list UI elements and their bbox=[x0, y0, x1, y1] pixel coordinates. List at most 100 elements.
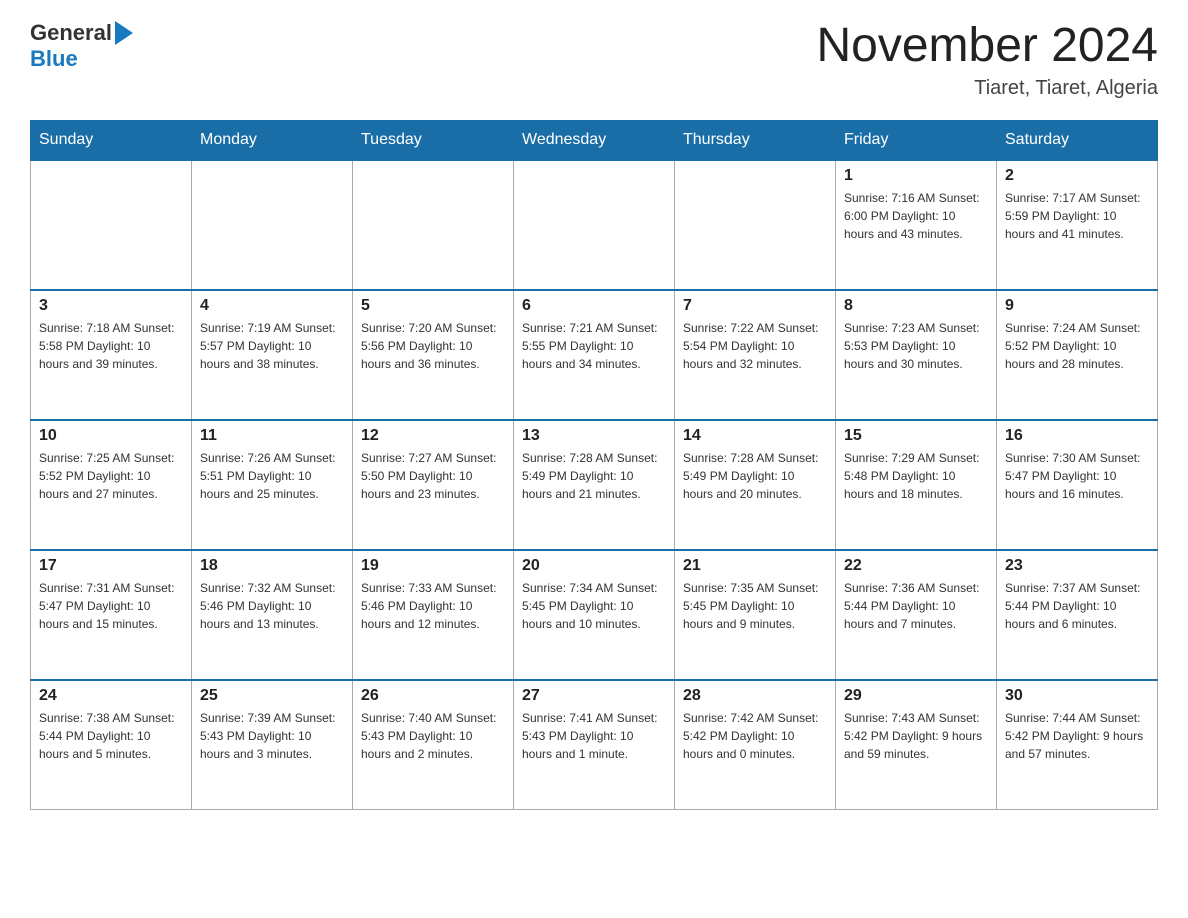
calendar-cell: 21Sunrise: 7:35 AM Sunset: 5:45 PM Dayli… bbox=[675, 550, 836, 680]
day-number: 30 bbox=[1005, 687, 1149, 705]
calendar-cell: 11 Sunrise: 7:26 AM Sunset: 5:51 PM Dayli… bbox=[192, 420, 353, 550]
calendar-cell bbox=[514, 160, 675, 290]
day-number: 4 bbox=[200, 297, 344, 315]
day-info: Sunrise: 7:21 AM Sunset: 5:55 PM Dayligh… bbox=[522, 319, 666, 373]
day-number: 7 bbox=[683, 297, 827, 315]
day-number: 1 bbox=[844, 167, 988, 185]
day-info: Sunrise: 7:36 AM Sunset: 5:44 PM Dayligh… bbox=[844, 579, 988, 633]
calendar-cell: 3 Sunrise: 7:18 AM Sunset: 5:58 PM Daylig… bbox=[31, 290, 192, 420]
calendar-cell: 22 Sunrise: 7:36 AM Sunset: 5:44 PM Dayli… bbox=[836, 550, 997, 680]
day-info: Sunrise: 7:39 AM Sunset: 5:43 PM Dayligh… bbox=[200, 709, 344, 763]
calendar-cell: 12 Sunrise: 7:27 AM Sunset: 5:50 PM Dayli… bbox=[353, 420, 514, 550]
calendar-cell: 26Sunrise: 7:40 AM Sunset: 5:43 PM Dayli… bbox=[353, 680, 514, 810]
calendar-table: SundayMondayTuesdayWednesdayThursdayFrid… bbox=[30, 120, 1158, 811]
day-info: Sunrise: 7:28 AM Sunset: 5:49 PM Dayligh… bbox=[683, 449, 827, 503]
calendar-cell: 10 Sunrise: 7:25 AM Sunset: 5:52 PM Dayli… bbox=[31, 420, 192, 550]
calendar-cell: 20 Sunrise: 7:34 AM Sunset: 5:45 PM Dayli… bbox=[514, 550, 675, 680]
calendar-cell: 6 Sunrise: 7:21 AM Sunset: 5:55 PM Daylig… bbox=[514, 290, 675, 420]
day-info: Sunrise: 7:31 AM Sunset: 5:47 PM Dayligh… bbox=[39, 579, 183, 633]
day-info: Sunrise: 7:19 AM Sunset: 5:57 PM Dayligh… bbox=[200, 319, 344, 373]
calendar-cell: 23 Sunrise: 7:37 AM Sunset: 5:44 PM Dayli… bbox=[997, 550, 1158, 680]
day-number: 23 bbox=[1005, 557, 1149, 575]
calendar-cell bbox=[675, 160, 836, 290]
day-info: Sunrise: 7:41 AM Sunset: 5:43 PM Dayligh… bbox=[522, 709, 666, 763]
day-number: 29 bbox=[844, 687, 988, 705]
calendar-cell: 5 Sunrise: 7:20 AM Sunset: 5:56 PM Daylig… bbox=[353, 290, 514, 420]
day-number: 14 bbox=[683, 427, 827, 445]
day-info: Sunrise: 7:22 AM Sunset: 5:54 PM Dayligh… bbox=[683, 319, 827, 373]
calendar-cell: 19 Sunrise: 7:33 AM Sunset: 5:46 PM Dayli… bbox=[353, 550, 514, 680]
day-number: 3 bbox=[39, 297, 183, 315]
day-info: Sunrise: 7:44 AM Sunset: 5:42 PM Dayligh… bbox=[1005, 709, 1149, 763]
day-info: Sunrise: 7:20 AM Sunset: 5:56 PM Dayligh… bbox=[361, 319, 505, 373]
month-title: November 2024 bbox=[816, 20, 1158, 73]
day-number: 11 bbox=[200, 427, 344, 445]
weekday-header-thursday: Thursday bbox=[675, 120, 836, 160]
calendar-cell: 16 Sunrise: 7:30 AM Sunset: 5:47 PM Dayli… bbox=[997, 420, 1158, 550]
day-number: 8 bbox=[844, 297, 988, 315]
day-number: 26 bbox=[361, 687, 505, 705]
day-number: 9 bbox=[1005, 297, 1149, 315]
calendar-cell: 7 Sunrise: 7:22 AM Sunset: 5:54 PM Daylig… bbox=[675, 290, 836, 420]
weekday-header-sunday: Sunday bbox=[31, 120, 192, 160]
day-info: Sunrise: 7:43 AM Sunset: 5:42 PM Dayligh… bbox=[844, 709, 988, 763]
calendar-cell: 8 Sunrise: 7:23 AM Sunset: 5:53 PM Daylig… bbox=[836, 290, 997, 420]
weekday-header-friday: Friday bbox=[836, 120, 997, 160]
day-info: Sunrise: 7:24 AM Sunset: 5:52 PM Dayligh… bbox=[1005, 319, 1149, 373]
day-info: Sunrise: 7:33 AM Sunset: 5:46 PM Dayligh… bbox=[361, 579, 505, 633]
day-number: 16 bbox=[1005, 427, 1149, 445]
weekday-header-tuesday: Tuesday bbox=[353, 120, 514, 160]
day-info: Sunrise: 7:27 AM Sunset: 5:50 PM Dayligh… bbox=[361, 449, 505, 503]
day-number: 5 bbox=[361, 297, 505, 315]
weekday-header-wednesday: Wednesday bbox=[514, 120, 675, 160]
day-info: Sunrise: 7:25 AM Sunset: 5:52 PM Dayligh… bbox=[39, 449, 183, 503]
calendar-cell bbox=[353, 160, 514, 290]
day-number: 24 bbox=[39, 687, 183, 705]
day-number: 22 bbox=[844, 557, 988, 575]
calendar-cell bbox=[192, 160, 353, 290]
day-info: Sunrise: 7:23 AM Sunset: 5:53 PM Dayligh… bbox=[844, 319, 988, 373]
calendar-week-row: 17Sunrise: 7:31 AM Sunset: 5:47 PM Dayli… bbox=[31, 550, 1158, 680]
weekday-header-monday: Monday bbox=[192, 120, 353, 160]
calendar-cell bbox=[31, 160, 192, 290]
logo-general-text: General bbox=[30, 20, 112, 46]
calendar-cell: 24Sunrise: 7:38 AM Sunset: 5:44 PM Dayli… bbox=[31, 680, 192, 810]
day-info: Sunrise: 7:16 AM Sunset: 6:00 PM Dayligh… bbox=[844, 189, 988, 243]
calendar-week-row: 24Sunrise: 7:38 AM Sunset: 5:44 PM Dayli… bbox=[31, 680, 1158, 810]
day-info: Sunrise: 7:26 AM Sunset: 5:51 PM Dayligh… bbox=[200, 449, 344, 503]
day-info: Sunrise: 7:34 AM Sunset: 5:45 PM Dayligh… bbox=[522, 579, 666, 633]
day-number: 28 bbox=[683, 687, 827, 705]
calendar-cell: 2 Sunrise: 7:17 AM Sunset: 5:59 PM Daylig… bbox=[997, 160, 1158, 290]
day-number: 2 bbox=[1005, 167, 1149, 185]
day-number: 25 bbox=[200, 687, 344, 705]
logo-triangle-icon bbox=[115, 21, 133, 45]
calendar-cell: 28Sunrise: 7:42 AM Sunset: 5:42 PM Dayli… bbox=[675, 680, 836, 810]
logo: General Blue bbox=[30, 20, 133, 72]
day-info: Sunrise: 7:29 AM Sunset: 5:48 PM Dayligh… bbox=[844, 449, 988, 503]
day-number: 12 bbox=[361, 427, 505, 445]
day-number: 20 bbox=[522, 557, 666, 575]
calendar-week-row: 10 Sunrise: 7:25 AM Sunset: 5:52 PM Dayli… bbox=[31, 420, 1158, 550]
logo-blue-text: Blue bbox=[30, 46, 78, 72]
calendar-cell: 30 Sunrise: 7:44 AM Sunset: 5:42 PM Dayli… bbox=[997, 680, 1158, 810]
calendar-cell: 9 Sunrise: 7:24 AM Sunset: 5:52 PM Daylig… bbox=[997, 290, 1158, 420]
day-number: 10 bbox=[39, 427, 183, 445]
day-number: 15 bbox=[844, 427, 988, 445]
calendar-cell: 14 Sunrise: 7:28 AM Sunset: 5:49 PM Dayli… bbox=[675, 420, 836, 550]
calendar-cell: 1 Sunrise: 7:16 AM Sunset: 6:00 PM Daylig… bbox=[836, 160, 997, 290]
day-info: Sunrise: 7:18 AM Sunset: 5:58 PM Dayligh… bbox=[39, 319, 183, 373]
day-number: 6 bbox=[522, 297, 666, 315]
calendar-cell: 13Sunrise: 7:28 AM Sunset: 5:49 PM Dayli… bbox=[514, 420, 675, 550]
day-number: 13 bbox=[522, 427, 666, 445]
calendar-cell: 18Sunrise: 7:32 AM Sunset: 5:46 PM Dayli… bbox=[192, 550, 353, 680]
title-block: November 2024 Tiaret, Tiaret, Algeria bbox=[816, 20, 1158, 100]
day-number: 18 bbox=[200, 557, 344, 575]
calendar-cell: 15 Sunrise: 7:29 AM Sunset: 5:48 PM Dayli… bbox=[836, 420, 997, 550]
day-info: Sunrise: 7:30 AM Sunset: 5:47 PM Dayligh… bbox=[1005, 449, 1149, 503]
day-info: Sunrise: 7:17 AM Sunset: 5:59 PM Dayligh… bbox=[1005, 189, 1149, 243]
day-number: 19 bbox=[361, 557, 505, 575]
day-info: Sunrise: 7:37 AM Sunset: 5:44 PM Dayligh… bbox=[1005, 579, 1149, 633]
day-info: Sunrise: 7:35 AM Sunset: 5:45 PM Dayligh… bbox=[683, 579, 827, 633]
calendar-cell: 25 Sunrise: 7:39 AM Sunset: 5:43 PM Dayli… bbox=[192, 680, 353, 810]
page-header: General Blue November 2024 Tiaret, Tiare… bbox=[30, 20, 1158, 100]
